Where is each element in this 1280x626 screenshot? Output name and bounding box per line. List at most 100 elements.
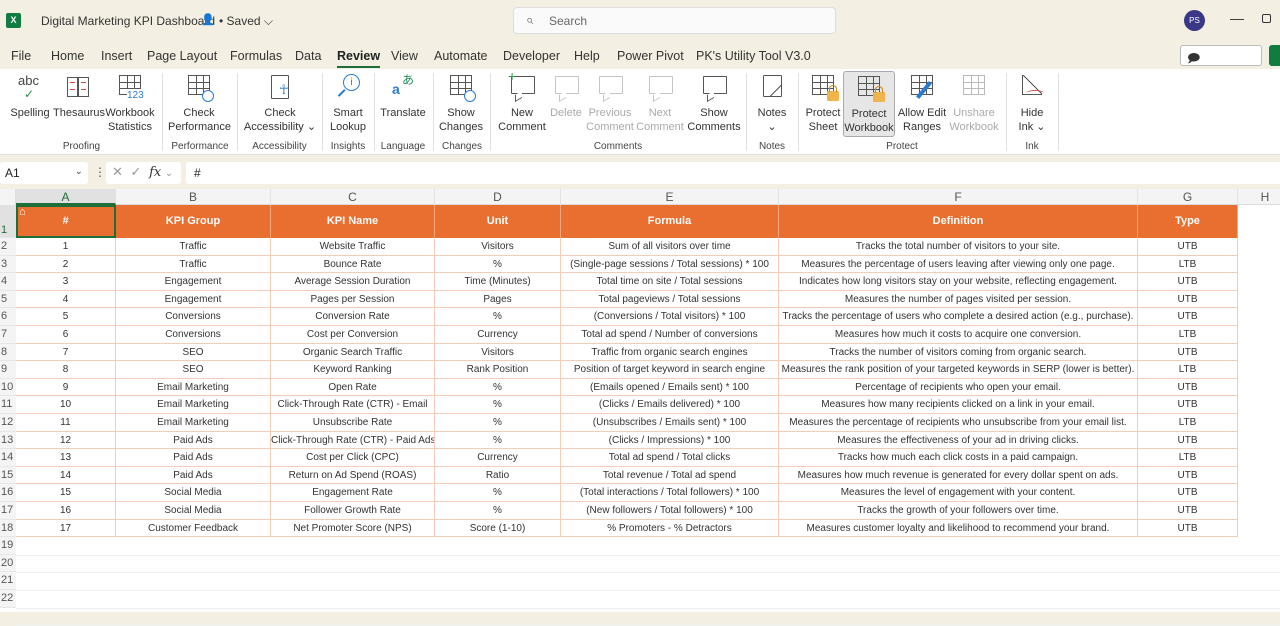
tab-page-layout[interactable]: Page Layout	[147, 49, 217, 63]
cell-formula[interactable]: Sum of all visitors over time	[561, 238, 779, 256]
cell-kpi-name[interactable]: Unsubscribe Rate	[271, 414, 435, 432]
cell-definition[interactable]: Indicates how long visitors stay on your…	[779, 273, 1138, 291]
cell-unit[interactable]: %	[435, 255, 561, 274]
chevron-down-icon[interactable]: ⌄	[165, 168, 173, 179]
home-icon[interactable]: ⌂	[19, 207, 26, 218]
cell-definition[interactable]: Measures the rank position of your targe…	[779, 361, 1138, 379]
cell-type[interactable]: LTB	[1138, 326, 1238, 344]
check-performance-button[interactable]: Check Performance	[168, 72, 231, 134]
cell-number[interactable]: 5	[16, 308, 116, 326]
cell-kpi-name[interactable]: Click-Through Rate (CTR) - Email	[271, 396, 435, 414]
row-header-21[interactable]: 21	[0, 572, 16, 590]
row-header-18[interactable]: 18	[0, 519, 16, 538]
cell-kpi-group[interactable]: Traffic	[116, 238, 271, 256]
next-comment-button[interactable]: Next Comment	[636, 72, 684, 134]
delete-comment-button[interactable]: Delete	[549, 72, 583, 120]
notes-button[interactable]: Notes ⌄	[752, 72, 792, 134]
cell-number[interactable]: 11	[16, 414, 116, 432]
header-cell-formula[interactable]: Formula	[561, 205, 779, 238]
thesaurus-button[interactable]: Thesaurus	[53, 72, 105, 120]
cell-kpi-name[interactable]: Keyword Ranking	[271, 361, 435, 379]
cell-type[interactable]: UTB	[1138, 431, 1238, 450]
save-status[interactable]: • Saved ⌵	[219, 14, 273, 29]
workbook-statistics-button[interactable]: 123 Workbook Statistics	[104, 72, 156, 134]
cell-kpi-group[interactable]: Paid Ads	[116, 449, 271, 467]
cell-formula[interactable]: Position of target keyword in search eng…	[561, 361, 779, 379]
hide-ink-button[interactable]: Hide Ink ⌄	[1012, 72, 1052, 134]
cell-kpi-group[interactable]: SEO	[116, 343, 271, 362]
show-comments-button[interactable]: Show Comments	[687, 72, 741, 134]
cell-type[interactable]: LTB	[1138, 414, 1238, 432]
cell-type[interactable]: UTB	[1138, 238, 1238, 256]
cell-unit[interactable]: %	[435, 308, 561, 326]
cell-formula[interactable]: Traffic from organic search engines	[561, 343, 779, 362]
share-button[interactable]	[1269, 45, 1280, 66]
row-header-22[interactable]: 22	[0, 590, 16, 608]
cell-kpi-name[interactable]: Bounce Rate	[271, 255, 435, 274]
column-header-h[interactable]: H	[1238, 189, 1280, 205]
header-cell-unit[interactable]: Unit	[435, 205, 561, 238]
name-box[interactable]: A1 ⌄	[0, 162, 88, 184]
cell-number[interactable]: 10	[16, 396, 116, 414]
tab-view[interactable]: View	[391, 49, 418, 63]
row-header-6[interactable]: 6	[0, 308, 16, 326]
cell-kpi-group[interactable]: Paid Ads	[116, 431, 271, 450]
cell-unit[interactable]: Rank Position	[435, 361, 561, 379]
search-input[interactable]: ⌕ Search	[513, 7, 836, 34]
tab-automate[interactable]: Automate	[434, 49, 488, 63]
tab-home[interactable]: Home	[51, 49, 84, 63]
cell-definition[interactable]: Tracks the growth of your followers over…	[779, 502, 1138, 520]
row-header-1[interactable]: 1	[0, 205, 16, 238]
cell-kpi-group[interactable]: Traffic	[116, 255, 271, 274]
cell-definition[interactable]: Measures the level of engagement with yo…	[779, 484, 1138, 502]
row-header-8[interactable]: 8	[0, 343, 16, 362]
tab-file[interactable]: File	[11, 49, 31, 63]
header-cell-kpi-name[interactable]: KPI Name	[271, 205, 435, 238]
cell-kpi-group[interactable]: Social Media	[116, 502, 271, 520]
cell-unit[interactable]: Ratio	[435, 466, 561, 485]
tab-insert[interactable]: Insert	[101, 49, 132, 63]
cell-number[interactable]: 14	[16, 466, 116, 485]
cell-kpi-name[interactable]: Follower Growth Rate	[271, 502, 435, 520]
row-header-10[interactable]: 10	[0, 378, 16, 397]
cell-kpi-name[interactable]: Pages per Session	[271, 290, 435, 309]
cell-number[interactable]: 17	[16, 519, 116, 538]
row-header-9[interactable]: 9	[0, 361, 16, 379]
cell-definition[interactable]: Measures the percentage of users leaving…	[779, 255, 1138, 274]
cell-kpi-group[interactable]: Engagement	[116, 273, 271, 291]
cell-kpi-name[interactable]: Website Traffic	[271, 238, 435, 256]
cell-type[interactable]: LTB	[1138, 449, 1238, 467]
row-header-13[interactable]: 13	[0, 431, 16, 450]
minimize-button[interactable]: —	[1230, 10, 1244, 26]
spreadsheet-grid[interactable]: A B C D E F G H 1 2 3 4 5 6 7 8 9 10 11 12 13 14 15 16 1…	[0, 189, 1280, 626]
cell-formula[interactable]: % Promoters - % Detractors	[561, 519, 779, 538]
cell-definition[interactable]: Measures how much it costs to acquire on…	[779, 326, 1138, 344]
document-title[interactable]: Digital Marketing KPI Dashboard	[41, 14, 215, 28]
cell-formula[interactable]: Total pageviews / Total sessions	[561, 290, 779, 309]
cell-formula[interactable]: (Clicks / Emails delivered) * 100	[561, 396, 779, 414]
cell-kpi-group[interactable]: Engagement	[116, 290, 271, 309]
cell-definition[interactable]: Tracks the total number of visitors to y…	[779, 238, 1138, 256]
column-header-e[interactable]: E	[561, 189, 779, 205]
cell-kpi-group[interactable]: Conversions	[116, 326, 271, 344]
allow-edit-ranges-button[interactable]: Allow Edit Ranges	[897, 72, 947, 134]
cell-unit[interactable]: Pages	[435, 290, 561, 309]
cell-kpi-name[interactable]: Organic Search Traffic	[271, 343, 435, 362]
row-header-5[interactable]: 5	[0, 290, 16, 309]
cell-formula[interactable]: (Total interactions / Total followers) *…	[561, 484, 779, 502]
protect-sheet-button[interactable]: Protect Sheet	[803, 72, 843, 134]
row-header-17[interactable]: 17	[0, 502, 16, 520]
row-header-3[interactable]: 3	[0, 255, 16, 274]
cell-type[interactable]: UTB	[1138, 502, 1238, 520]
cell-unit[interactable]: Time (Minutes)	[435, 273, 561, 291]
header-cell-number[interactable]: ⌂ #	[16, 205, 116, 238]
comments-button[interactable]: 🗩 Comments	[1180, 45, 1262, 84]
cell-kpi-name[interactable]: Click-Through Rate (CTR) - Paid Ads	[271, 431, 435, 450]
previous-comment-button[interactable]: Previous Comment	[586, 72, 634, 134]
cell-unit[interactable]: %	[435, 378, 561, 397]
cell-formula[interactable]: (Emails opened / Emails sent) * 100	[561, 378, 779, 397]
cell-kpi-group[interactable]: Customer Feedback	[116, 519, 271, 538]
cell-unit[interactable]: Currency	[435, 449, 561, 467]
header-cell-kpi-group[interactable]: KPI Group	[116, 205, 271, 238]
cell-kpi-name[interactable]: Cost per Conversion	[271, 326, 435, 344]
